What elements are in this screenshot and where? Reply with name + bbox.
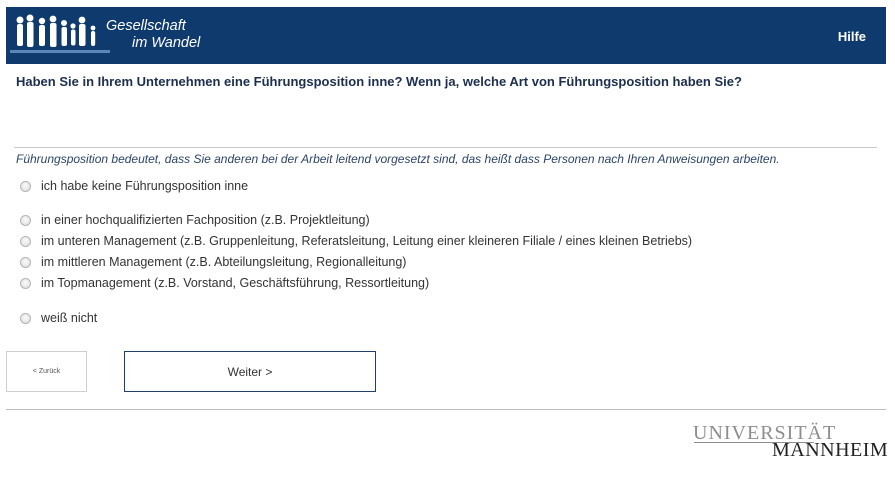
radio-button[interactable] (20, 180, 31, 192)
option-label: in einer hochqualifizierten Fachposition… (41, 213, 370, 227)
option-label: im unteren Management (z.B. Gruppenleitu… (41, 234, 693, 248)
logo-line-1: Gesellschaft (106, 18, 186, 34)
footer-divider (6, 409, 886, 410)
question-title: Haben Sie in Ihrem Unternehmen eine Führ… (16, 74, 742, 89)
header-banner: Gesellschaft im Wandel Hilfe (6, 7, 886, 64)
back-button[interactable]: < Zurück (6, 351, 87, 392)
option-label: im Topmanagement (z.B. Vorstand, Geschäf… (41, 276, 430, 290)
universitaet-mannheim-logo: UNIVERSITÄT MANNHEIM (690, 422, 888, 462)
logo-text: Gesellschaft im Wandel (106, 18, 200, 52)
option-unteres-management[interactable]: im unteren Management (z.B. Gruppenleitu… (20, 232, 692, 250)
radio-button[interactable] (20, 214, 31, 226)
help-link[interactable]: Hilfe (838, 29, 866, 44)
people-silhouettes-icon (10, 14, 110, 53)
option-keine-fuehrungsposition[interactable]: ich habe keine Führungsposition inne (20, 177, 248, 195)
option-weiss-nicht[interactable]: weiß nicht (20, 309, 97, 327)
option-label: im mittleren Management (z.B. Abteilungs… (41, 255, 407, 269)
logo-mannheim-text: MANNHEIM (772, 439, 889, 461)
radio-button[interactable] (20, 312, 31, 324)
option-topmanagement[interactable]: im Topmanagement (z.B. Vorstand, Geschäf… (20, 274, 429, 292)
radio-button[interactable] (20, 277, 31, 289)
option-label: ich habe keine Führungsposition inne (41, 179, 249, 193)
divider (14, 147, 877, 148)
gesellschaft-im-wandel-logo: Gesellschaft im Wandel (10, 10, 220, 62)
option-fachposition[interactable]: in einer hochqualifizierten Fachposition… (20, 211, 370, 229)
question-hint: Führungsposition bedeutet, dass Sie ande… (16, 152, 780, 166)
radio-button[interactable] (20, 235, 31, 247)
radio-button[interactable] (20, 256, 31, 268)
option-mittleres-management[interactable]: im mittleren Management (z.B. Abteilungs… (20, 253, 406, 271)
option-label: weiß nicht (41, 311, 98, 325)
logo-line-2: im Wandel (132, 35, 201, 51)
next-button[interactable]: Weiter > (124, 351, 376, 392)
